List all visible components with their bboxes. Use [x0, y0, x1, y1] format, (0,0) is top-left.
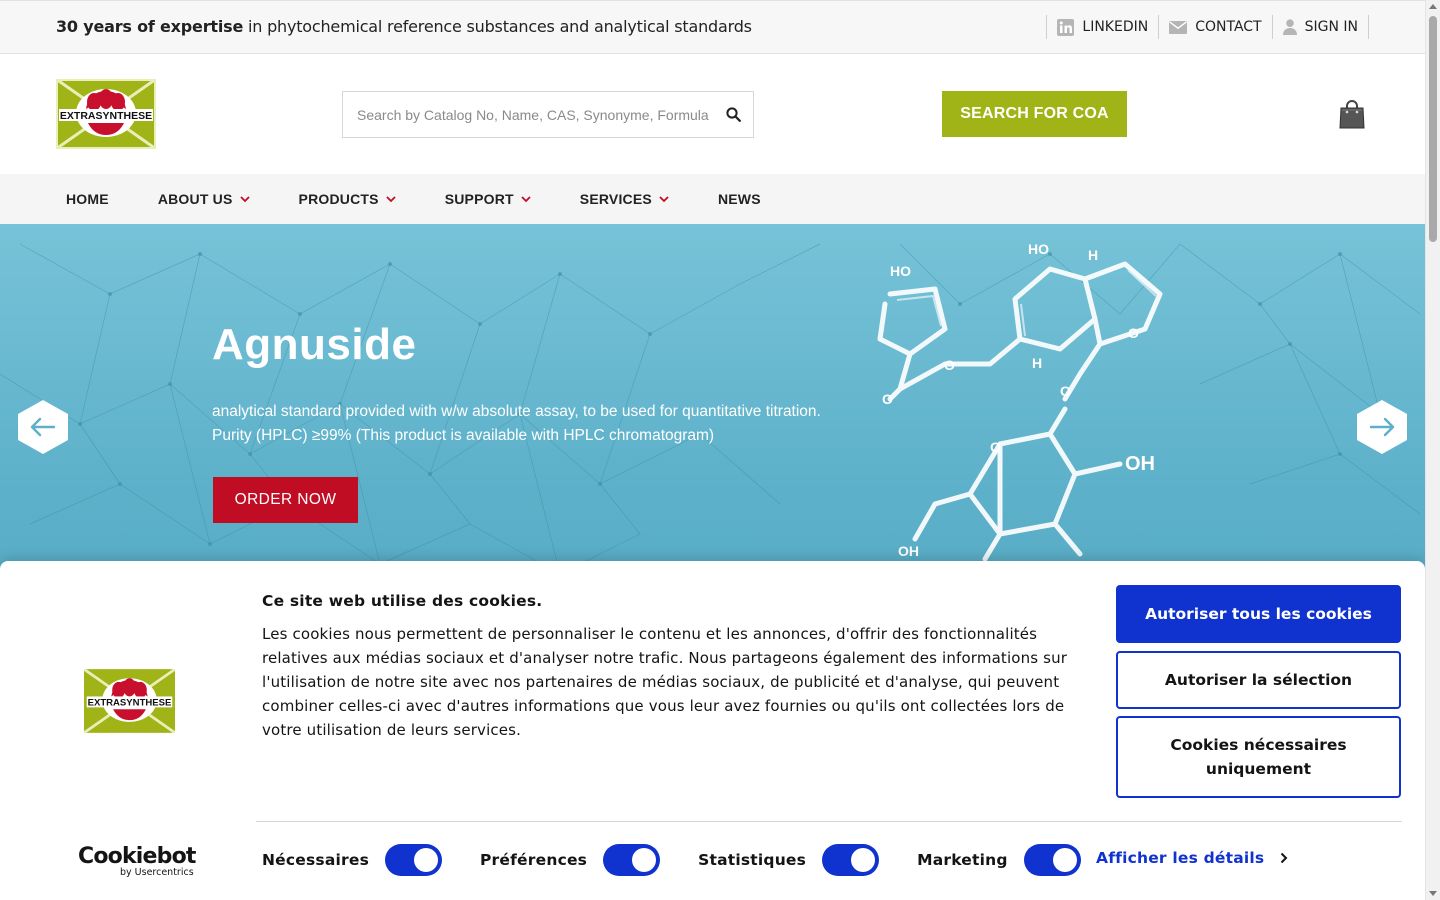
molecule-label: O: [1060, 383, 1071, 399]
toggle-statistiques: Statistiques: [698, 844, 880, 876]
marketing-switch[interactable]: [1023, 844, 1081, 876]
chevron-right-icon: [1280, 852, 1288, 864]
necessary-only-button[interactable]: Cookies nécessaires uniquement: [1116, 716, 1401, 798]
molecule-label: OH: [1125, 453, 1155, 475]
svg-text:EXTRASYNTHESE: EXTRASYNTHESE: [88, 698, 172, 709]
cookie-title: Ce site web utilise des cookies.: [262, 592, 543, 610]
preferences-switch[interactable]: [603, 844, 661, 876]
cookiebot-logo: Cookiebot by Usercentrics: [78, 844, 196, 879]
cookie-toggles: Nécessaires Préférences Statistiques Mar…: [262, 844, 1119, 876]
linkedin-icon: [1057, 18, 1075, 36]
hero-title: Agnuside: [212, 320, 417, 369]
nav-home[interactable]: HOME: [56, 174, 119, 224]
search-box: [342, 91, 754, 138]
slider-prev-button[interactable]: [17, 399, 69, 455]
svg-text:EXTRASYNTHESE: EXTRASYNTHESE: [60, 110, 152, 122]
toggle-preferences: Préférences: [480, 844, 661, 876]
tagline: 30 years of expertise in phytochemical r…: [56, 17, 752, 36]
nav-services[interactable]: SERVICES: [570, 174, 679, 224]
chevron-down-icon: [239, 195, 250, 203]
sign-in-link[interactable]: SIGN IN: [1271, 15, 1368, 39]
envelope-icon: [1169, 20, 1188, 34]
extrasynthese-logo: EXTRASYNTHESE: [83, 668, 176, 734]
nav-about-us[interactable]: ABOUT US: [148, 174, 260, 224]
search-icon: [725, 107, 741, 122]
nav-news[interactable]: NEWS: [708, 174, 771, 224]
molecule-label: OH: [898, 543, 919, 559]
site-header: EXTRASYNTHESE SEARCH FOR COA: [0, 54, 1425, 174]
molecule-label: H: [1032, 355, 1042, 371]
allow-selection-button[interactable]: Autoriser la sélection: [1116, 651, 1401, 709]
molecule-label: H: [1088, 247, 1098, 263]
molecule-label: HO: [1028, 241, 1049, 257]
hero-description: analytical standard provided with w/w ab…: [212, 403, 821, 444]
linkedin-link[interactable]: LINKEDIN: [1046, 15, 1158, 39]
chevron-down-icon: [386, 195, 396, 203]
allow-all-cookies-button[interactable]: Autoriser tous les cookies: [1116, 585, 1401, 643]
search-coa-button[interactable]: SEARCH FOR COA: [942, 91, 1127, 137]
search-button[interactable]: [713, 92, 753, 137]
molecule-label: O: [990, 439, 1001, 455]
necessaires-switch[interactable]: [385, 844, 442, 876]
molecule-label: HO: [890, 263, 911, 279]
scroll-thumb[interactable]: [1429, 16, 1437, 242]
divider: [256, 821, 1402, 822]
molecule-label: O: [944, 357, 955, 373]
order-now-button[interactable]: ORDER NOW: [213, 477, 358, 523]
chevron-down-icon: [521, 195, 531, 203]
statistiques-switch[interactable]: [822, 844, 880, 876]
molecule-label: O: [1128, 325, 1139, 341]
nav-products[interactable]: PRODUCTS: [289, 174, 406, 224]
show-details-link[interactable]: Afficher les détails: [1096, 849, 1288, 867]
user-icon: [1282, 19, 1297, 35]
slider-next-button[interactable]: [1356, 399, 1408, 455]
search-input[interactable]: [343, 92, 713, 137]
cookie-consent-banner: EXTRASYNTHESE Ce site web utilise des co…: [0, 561, 1425, 900]
toggle-necessaires: Nécessaires: [262, 844, 442, 876]
contact-link[interactable]: CONTACT: [1158, 15, 1271, 39]
top-bar: 30 years of expertise in phytochemical r…: [0, 0, 1425, 54]
cart-button[interactable]: [1339, 99, 1365, 134]
toggle-marketing: Marketing: [917, 844, 1081, 876]
nav-support[interactable]: SUPPORT: [435, 174, 541, 224]
main-nav: HOME ABOUT US PRODUCTS SUPPORT SERVICES …: [0, 174, 1425, 224]
scroll-up-arrow[interactable]: [1429, 4, 1437, 9]
page-scrollbar[interactable]: [1425, 0, 1440, 900]
cookie-description: Les cookies nous permettent de personnal…: [262, 625, 1068, 739]
top-links: LINKEDIN CONTACT SIGN IN: [1046, 15, 1369, 39]
extrasynthese-logo[interactable]: EXTRASYNTHESE: [55, 77, 157, 151]
chevron-down-icon: [659, 195, 669, 203]
scroll-down-arrow[interactable]: [1429, 891, 1437, 896]
shopping-bag-icon: [1339, 100, 1365, 129]
